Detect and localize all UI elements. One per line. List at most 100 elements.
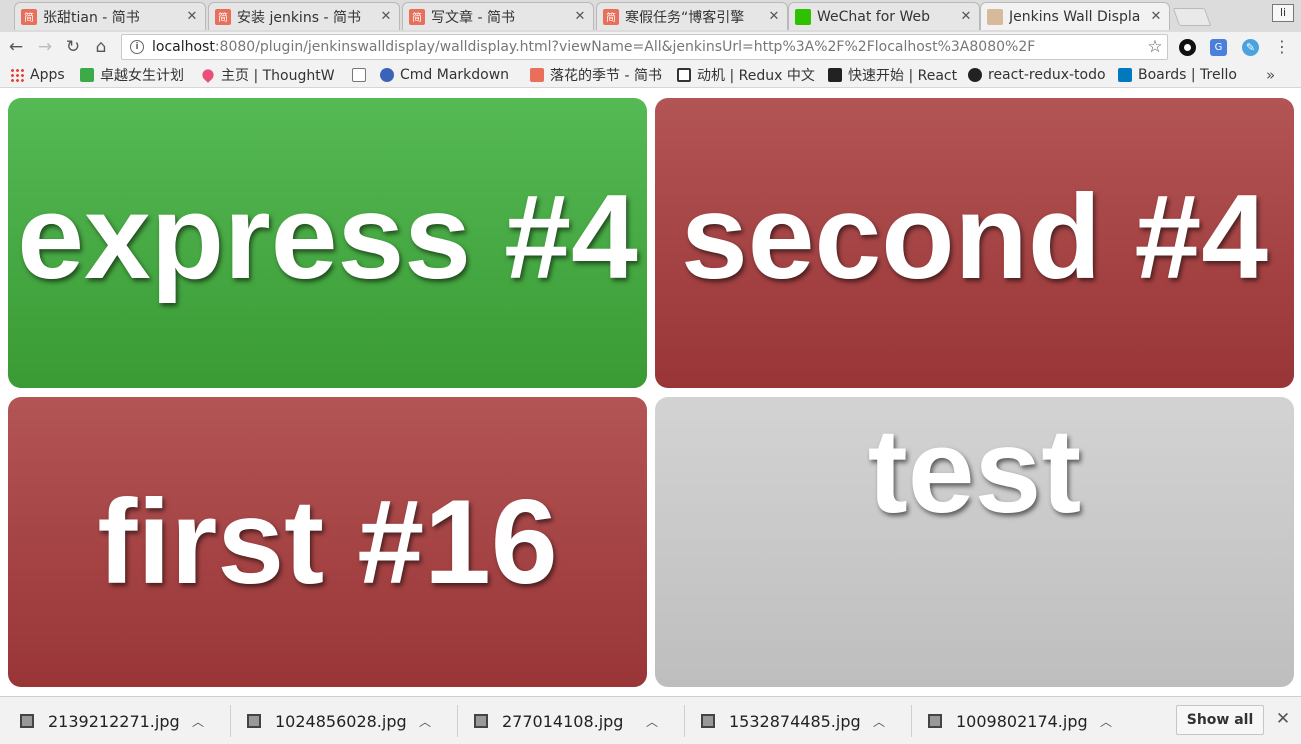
chevron-up-icon[interactable]: ︿ [1096, 713, 1116, 730]
info-icon[interactable]: i [130, 40, 144, 54]
url-text[interactable]: localhost:8080/plugin/jenkinswalldisplay… [152, 39, 1143, 55]
tab-title: Jenkins Wall Displa [1009, 8, 1141, 25]
job-tile-second[interactable]: second #4 [655, 98, 1294, 388]
download-item[interactable]: 1532874485.jpg ︿ [681, 697, 889, 744]
tab-jianshu-profile[interactable]: 简 张甜tian - 简书 ✕ [14, 2, 206, 30]
tab-wechat[interactable]: WeChat for Web ✕ [788, 2, 980, 30]
close-icon[interactable]: ✕ [573, 9, 587, 24]
address-bar[interactable]: i localhost:8080/plugin/jenkinswalldispl… [121, 34, 1168, 60]
bookmark-item[interactable]: Boards | Trello [1118, 66, 1237, 84]
image-file-icon [701, 714, 715, 728]
tab-install-jenkins[interactable]: 简 安装 jenkins - 简书 ✕ [208, 2, 400, 30]
bookmark-item[interactable]: 快速开始 | React [828, 66, 957, 84]
translate-extension-icon[interactable]: G [1210, 39, 1227, 56]
download-item[interactable]: 1009802174.jpg ︿ [908, 697, 1116, 744]
download-item[interactable]: 277014108.jpg ︿ [454, 697, 662, 744]
tab-strip: 简 张甜tian - 简书 ✕ 简 安装 jenkins - 简书 ✕ 简 写文… [0, 0, 1301, 32]
bookmark-item[interactable]: react-redux-todo [968, 66, 1106, 84]
jianshu-icon: 简 [409, 8, 425, 25]
job-tile-first[interactable]: first #16 [8, 397, 647, 687]
opera-extension-icon[interactable] [1179, 39, 1196, 56]
wechat-icon [795, 8, 811, 25]
image-file-icon [20, 714, 34, 728]
chevron-up-icon[interactable]: ︿ [642, 713, 662, 730]
cmd-icon [380, 68, 394, 82]
bookmarks-bar: Apps 卓越女生计划 主页 | ThoughtW Cmd Markdown 落… [0, 62, 1301, 88]
document-icon [352, 68, 366, 82]
image-file-icon [928, 714, 942, 728]
close-icon[interactable]: ✕ [379, 9, 393, 24]
back-arrow-icon[interactable]: ← [4, 35, 28, 59]
close-icon[interactable]: ✕ [959, 9, 973, 24]
wall-display: express #4 second #4 first #16 test [0, 89, 1301, 696]
new-tab-button[interactable] [1172, 8, 1212, 26]
tab-title: 安装 jenkins - 简书 [237, 9, 361, 26]
bookmark-item[interactable]: 落花的季节 - 简书 [530, 66, 662, 84]
download-filename: 1532874485.jpg [729, 711, 861, 731]
apps-grid-icon [10, 68, 24, 82]
close-icon[interactable]: ✕ [1149, 9, 1163, 24]
jenkins-icon [987, 8, 1003, 25]
tab-jenkins-wall[interactable]: Jenkins Wall Displa ✕ [980, 2, 1170, 30]
chevron-up-icon[interactable]: ︿ [869, 713, 889, 730]
jianshu-icon: 简 [603, 8, 619, 25]
bookmark-item[interactable] [352, 66, 372, 84]
tab-title: 张甜tian - 简书 [43, 9, 140, 26]
jianshu-icon: 简 [21, 8, 37, 25]
downloads-bar: 2139212271.jpg ︿ 1024856028.jpg ︿ 277014… [0, 696, 1301, 744]
download-item[interactable]: 2139212271.jpg ︿ [0, 697, 208, 744]
job-tile-express[interactable]: express #4 [8, 98, 647, 388]
more-bookmarks-icon[interactable]: » [1266, 66, 1275, 84]
download-filename: 1024856028.jpg [275, 711, 407, 731]
bookmark-label: Boards | Trello [1138, 67, 1237, 83]
home-icon[interactable]: ⌂ [89, 35, 113, 59]
bookmark-item[interactable]: 卓越女生计划 [80, 66, 184, 84]
bookmark-item[interactable]: Cmd Markdown [380, 66, 509, 84]
show-all-button[interactable]: Show all [1176, 705, 1264, 735]
close-icon[interactable]: ✕ [767, 9, 781, 24]
profile-button[interactable]: li [1272, 4, 1294, 22]
bookmark-apps[interactable]: Apps [10, 66, 65, 84]
bookmark-label: Apps [30, 67, 65, 83]
bookmark-label: 快速开始 | React [848, 68, 958, 84]
green-square-icon [80, 68, 94, 82]
bookmark-label: react-redux-todo [988, 67, 1106, 83]
url-rest: :8080/plugin/jenkinswalldisplay/walldisp… [214, 39, 1036, 55]
chevron-up-icon[interactable]: ︿ [415, 713, 435, 730]
tab-write-article[interactable]: 简 写文章 - 简书 ✕ [402, 2, 594, 30]
close-icon[interactable]: ✕ [1273, 709, 1293, 729]
bookmark-label: 动机 | Redux 中文 [697, 68, 815, 84]
book-icon [677, 68, 691, 82]
chevron-up-icon[interactable]: ︿ [188, 713, 208, 730]
download-filename: 1009802174.jpg [956, 711, 1088, 731]
trello-icon [1118, 68, 1132, 82]
job-name: second #4 [681, 170, 1268, 304]
bookmark-label: 卓越女生计划 [100, 68, 184, 84]
menu-icon[interactable]: ⋮ [1272, 36, 1292, 58]
bookmark-star-icon[interactable]: ☆ [1143, 37, 1167, 57]
tab-title: 写文章 - 简书 [431, 9, 515, 26]
job-name: test [867, 404, 1082, 538]
github-icon [968, 68, 982, 82]
bookmark-item[interactable]: 动机 | Redux 中文 [677, 66, 815, 84]
url-host: localhost [152, 39, 215, 55]
jianshu-icon: 简 [215, 8, 231, 25]
bookmark-label: 落花的季节 - 简书 [550, 68, 662, 84]
reload-icon[interactable]: ↻ [61, 35, 85, 59]
bookmark-item[interactable]: 主页 | ThoughtW [201, 66, 335, 84]
job-name: first #16 [97, 475, 558, 609]
download-filename: 277014108.jpg [502, 711, 624, 731]
download-item[interactable]: 1024856028.jpg ︿ [227, 697, 435, 744]
download-filename: 2139212271.jpg [48, 711, 180, 731]
tab-title: WeChat for Web [817, 8, 931, 25]
job-tile-test[interactable]: test [655, 397, 1294, 687]
forward-arrow-icon[interactable]: → [33, 35, 57, 59]
pen-extension-icon[interactable]: ✎ [1242, 39, 1259, 56]
bookmark-label: Cmd Markdown [400, 67, 510, 83]
tab-winter-task[interactable]: 简 寒假任务“博客引擎 ✕ [596, 2, 788, 30]
react-icon [828, 68, 842, 82]
tab-title: 寒假任务“博客引擎 [625, 9, 745, 26]
close-icon[interactable]: ✕ [185, 9, 199, 24]
toolbar: ← → ↻ ⌂ i localhost:8080/plugin/jenkinsw… [0, 32, 1301, 62]
heart-icon [201, 67, 216, 83]
